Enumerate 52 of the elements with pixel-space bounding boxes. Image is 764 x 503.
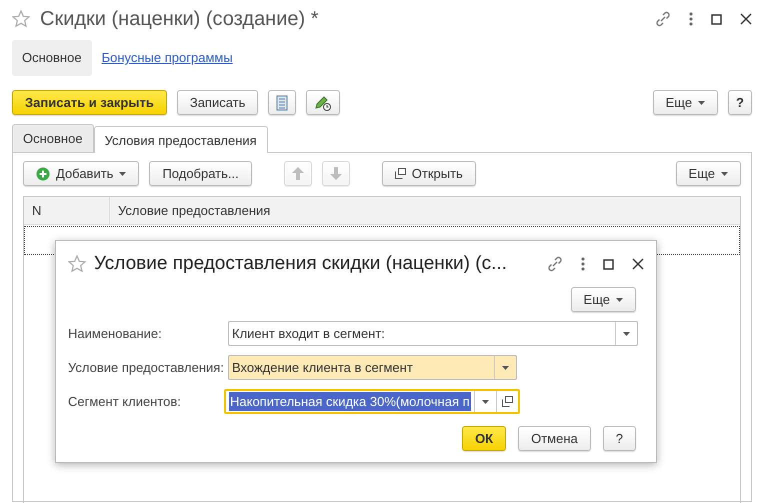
dialog-button[interactable]: Отмена	[518, 426, 591, 451]
edit-button[interactable]	[306, 90, 340, 115]
ok-button[interactable]: ОК	[462, 426, 506, 451]
document-icon	[276, 94, 288, 110]
nav-item[interactable]: Основное	[12, 40, 92, 76]
column-header: Условие предоставления	[117, 202, 270, 220]
more-icon[interactable]	[581, 257, 585, 271]
combo-field[interactable]: Клиент входит в сегмент:	[228, 321, 638, 346]
caret-icon	[698, 100, 706, 104]
star-icon[interactable]	[68, 255, 86, 273]
link-icon[interactable]	[655, 11, 671, 27]
save-button[interactable]: Записать	[176, 90, 258, 115]
dropdown-icon[interactable]	[502, 366, 509, 370]
caret-icon	[119, 172, 126, 176]
field-label: Условие предоставления:	[68, 358, 225, 377]
window-title: Скидки (наценки) (создание) *	[40, 7, 320, 32]
caret-icon	[721, 172, 728, 176]
column-header: N	[24, 197, 110, 224]
list-button[interactable]	[268, 90, 296, 115]
maximize-icon[interactable]	[603, 258, 614, 270]
dialog-button[interactable]: ?	[602, 426, 636, 451]
pencil-clock-icon	[314, 94, 332, 110]
open-window-icon	[394, 168, 406, 179]
maximize-icon[interactable]	[711, 14, 722, 24]
plus-circle-icon	[36, 166, 50, 180]
field-label: Сегмент клиентов:	[68, 392, 182, 411]
more-button[interactable]: Еще	[652, 90, 718, 115]
more-icon[interactable]	[689, 12, 693, 26]
field-label: Наименование:	[68, 324, 163, 343]
tab[interactable]: Условия предоставления	[94, 126, 268, 153]
pick-button[interactable]: Подобрать...	[149, 161, 252, 186]
combo-field[interactable]: Вхождение клиента в сегмент	[228, 355, 517, 380]
dropdown-icon[interactable]	[482, 400, 489, 404]
caret-icon	[616, 298, 623, 302]
close-icon[interactable]	[740, 13, 752, 25]
add-button[interactable]: Добавить	[23, 161, 140, 186]
open-window-icon[interactable]	[502, 396, 513, 407]
open-button[interactable]: Открыть	[382, 161, 476, 186]
arrow-down-icon	[330, 167, 342, 180]
arrow-up-icon	[292, 167, 304, 180]
more-button[interactable]: Еще	[570, 287, 636, 312]
dialog-title: Условие предоставления скидки (наценки) (с...	[94, 252, 508, 276]
link-icon[interactable]	[547, 256, 563, 272]
dropdown-icon[interactable]	[623, 332, 630, 336]
combo-field[interactable]: Накопительная скидка 30%(молочная п	[224, 389, 520, 414]
help-button[interactable]: ?	[728, 90, 752, 115]
star-icon[interactable]	[12, 10, 30, 28]
close-icon[interactable]	[632, 258, 644, 270]
save-close-button[interactable]: Записать и закрыть	[12, 90, 167, 115]
tab[interactable]: Основное	[12, 124, 94, 152]
nav-link[interactable]: Бонусные программы	[102, 48, 233, 68]
more-button[interactable]: Еще	[676, 161, 741, 186]
